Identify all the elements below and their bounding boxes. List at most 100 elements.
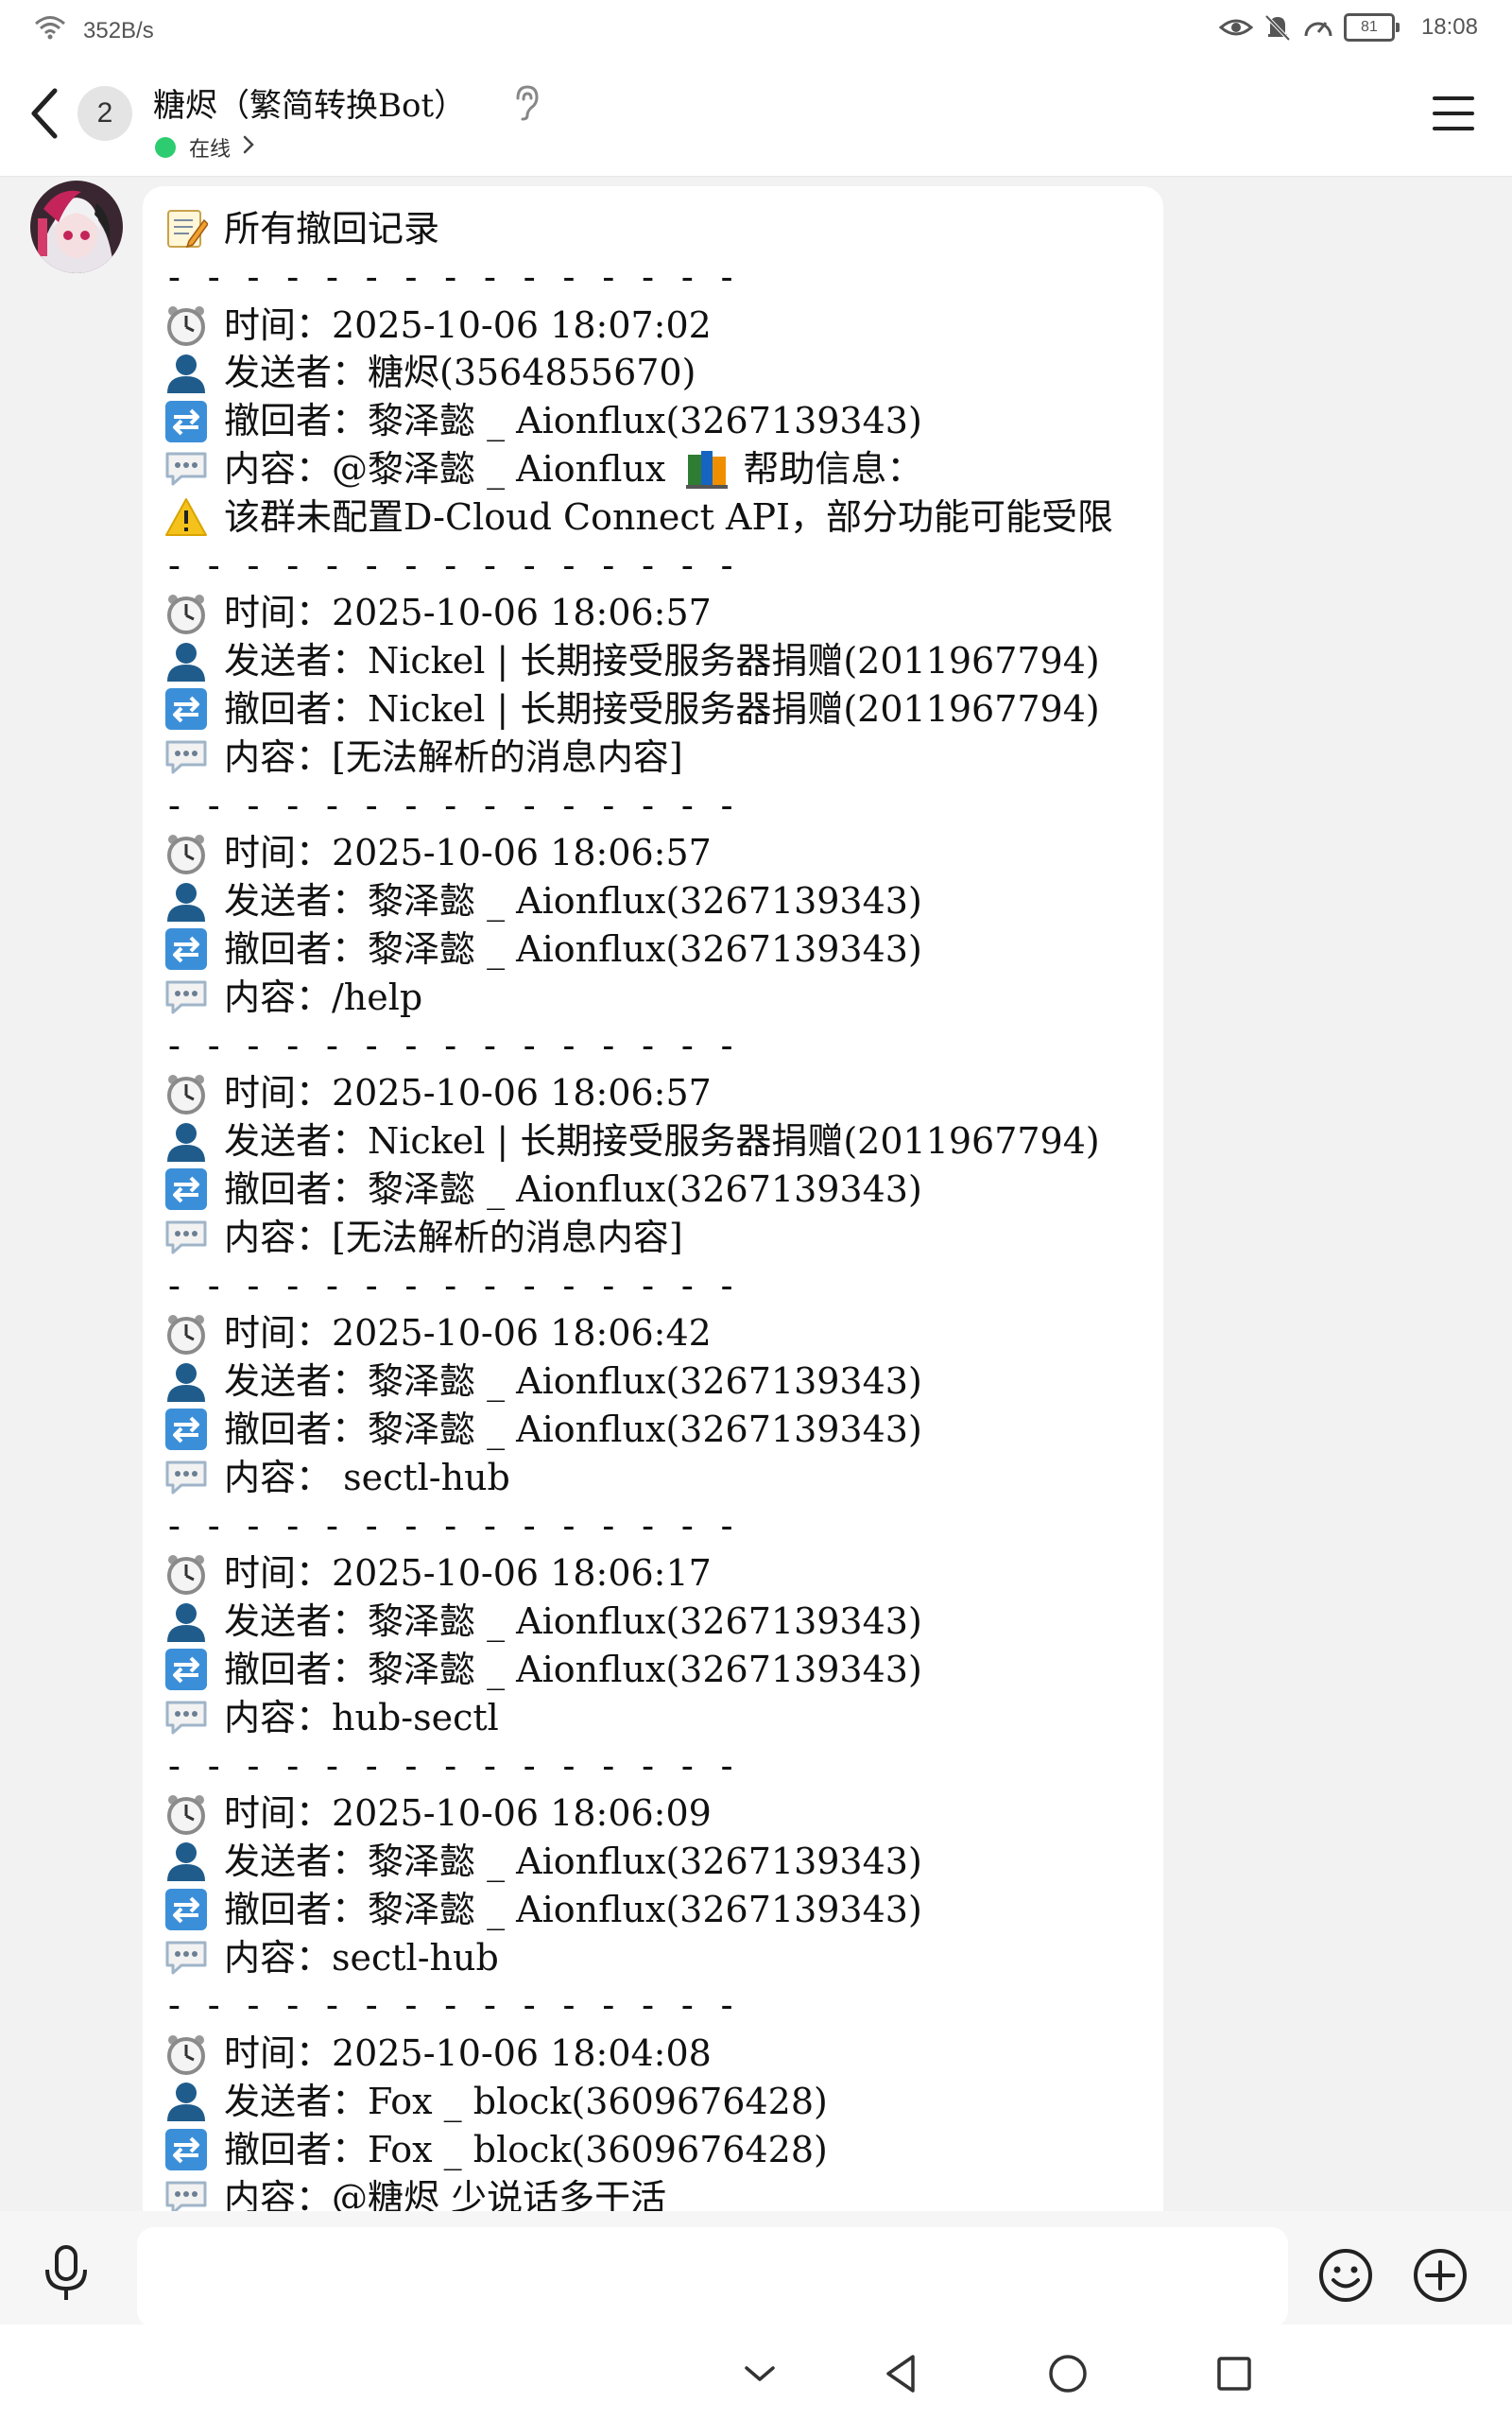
record-recaller-text: 撤回者：黎泽懿 _ Aionflux(3267139343): [224, 1408, 922, 1450]
separator-line: - - - - - - - - - - - - - - -: [163, 1264, 737, 1306]
person-icon: [163, 1359, 209, 1405]
record-time-text: 时间：2025-10-06 18:07:02: [224, 303, 712, 346]
record-sender: 发送者：黎泽懿 _ Aionflux(3267139343): [163, 1598, 1141, 1646]
online-status[interactable]: 在线: [155, 132, 255, 163]
record-content: 内容：@黎泽懿 _ Aionflux 帮助信息：: [163, 445, 1141, 493]
chevron-right-icon: [242, 134, 255, 161]
record-time-text: 时间：2025-10-06 18:06:57: [224, 1072, 712, 1115]
input-bar: [0, 2211, 1512, 2327]
separator-line: - - - - - - - - - - - - - - -: [163, 1744, 737, 1787]
separator-line: - - - - - - - - - - - - - - -: [163, 1984, 737, 2027]
record-recaller: 撤回者：黎泽懿 _ Aionflux(3267139343): [163, 925, 1141, 974]
record-time: 时间：2025-10-06 18:06:42: [163, 1309, 1141, 1357]
record-sender: 发送者：Fox _ block(3609676428): [163, 2078, 1141, 2126]
network-speed: 352B/s: [83, 17, 154, 43]
record-time: 时间：2025-10-06 18:06:09: [163, 1789, 1141, 1838]
eye-icon: [1218, 14, 1253, 41]
hide-keyboard-button[interactable]: [737, 2351, 782, 2396]
menu-button[interactable]: [1431, 95, 1476, 132]
speed-gauge-icon: [1302, 13, 1334, 42]
clock-time: 18:08: [1420, 14, 1478, 40]
record-content: 内容： sectl-hub: [163, 1454, 1141, 1502]
record-recaller-text: 撤回者：Fox _ block(3609676428): [224, 2128, 828, 2170]
alarm-clock-icon: [163, 302, 209, 348]
record-recaller: 撤回者：黎泽懿 _ Aionflux(3267139343): [163, 1886, 1141, 1934]
record-sender-text: 发送者：黎泽懿 _ Aionflux(3267139343): [224, 1841, 922, 1883]
battery-icon: 81: [1343, 13, 1400, 42]
record-time-text: 时间：2025-10-06 18:06:42: [224, 1312, 712, 1355]
message-input[interactable]: [137, 2227, 1288, 2327]
person-icon: [163, 2079, 209, 2124]
record-content-text: 内容：@黎泽懿 _ Aionflux: [224, 447, 666, 490]
separator-line: - - - - - - - - - - - - - - -: [163, 1024, 737, 1066]
speech-bubble-icon: [163, 2175, 209, 2211]
record-recaller-text: 撤回者：黎泽懿 _ Aionflux(3267139343): [224, 1167, 922, 1210]
record-recaller: 撤回者：黎泽懿 _ Aionflux(3267139343): [163, 397, 1141, 445]
record-time-text: 时间：2025-10-06 18:06:09: [224, 1792, 712, 1835]
separator-line: - - - - - - - - - - - - - - -: [163, 544, 737, 586]
record-warning-text: 该群未配置D-Cloud Connect API，部分功能可能受限: [224, 495, 1114, 538]
person-icon: [163, 879, 209, 925]
record-time: 时间：2025-10-06 18:04:08: [163, 2030, 1141, 2078]
person-icon: [163, 1839, 209, 1884]
online-status-label: 在线: [189, 138, 232, 162]
record-content: 内容：/help: [163, 974, 1141, 1022]
back-button[interactable]: [26, 85, 74, 146]
record-sender-text: 发送者：黎泽懿 _ Aionflux(3267139343): [224, 880, 922, 923]
status-bar: 352B/s 81 18:08: [0, 0, 1512, 59]
voice-button[interactable]: [42, 2243, 91, 2304]
chat-header: 2 糖烬（繁简转换Bot） 在线: [0, 59, 1512, 177]
record-recaller-text: 撤回者：黎泽懿 _ Aionflux(3267139343): [224, 1888, 922, 1930]
record-content: 内容：[无法解析的消息内容]: [163, 1214, 1141, 1262]
memo-icon: [163, 206, 209, 251]
wifi-icon: [34, 15, 66, 46]
record-recaller-text: 撤回者：黎泽懿 _ Aionflux(3267139343): [224, 1648, 922, 1690]
hamburger-icon: [1433, 96, 1474, 130]
speech-bubble-icon: [163, 1695, 209, 1740]
nav-home-button[interactable]: [1045, 2351, 1091, 2396]
record-recaller: 撤回者：黎泽懿 _ Aionflux(3267139343): [163, 1166, 1141, 1214]
record-content: 内容：sectl-hub: [163, 1934, 1141, 1982]
record-recaller: 撤回者：黎泽懿 _ Aionflux(3267139343): [163, 1646, 1141, 1694]
speech-bubble-icon: [163, 1455, 209, 1500]
chat-area[interactable]: 所有撤回记录 - - - - - - - - - - - - - - - 时间：2…: [0, 177, 1512, 2211]
separator-line: - - - - - - - - - - - - - - -: [163, 1504, 737, 1547]
record-sender-text: 发送者：黎泽懿 _ Aionflux(3267139343): [224, 1360, 922, 1403]
nav-recents-button[interactable]: [1211, 2351, 1257, 2396]
plus-circle-icon: [1414, 2249, 1467, 2302]
record-recaller-text: 撤回者：Nickel | 长期接受服务器捐赠(2011967794): [224, 687, 1100, 730]
record-content-text: 内容：/help: [224, 976, 423, 1018]
emoji-button[interactable]: [1317, 2247, 1374, 2304]
nav-back-button[interactable]: [879, 2351, 924, 2396]
alarm-clock-icon: [163, 1311, 209, 1357]
record-sender: 发送者：Nickel | 长期接受服务器捐赠(2011967794): [163, 1117, 1141, 1166]
repeat-arrows-icon: [163, 1887, 209, 1932]
warning-icon: [163, 494, 209, 540]
alarm-clock-icon: [163, 2031, 209, 2077]
record-content-text: 内容：hub-sectl: [224, 1696, 499, 1738]
repeat-arrows-icon: [163, 1167, 209, 1212]
record-content-text: 内容：[无法解析的消息内容]: [224, 1216, 683, 1258]
record-content-text: 内容：sectl-hub: [224, 1936, 499, 1979]
recall-records: - - - - - - - - - - - - - - - 时间：2025-10-…: [163, 253, 1141, 2211]
record-recaller: 撤回者：黎泽懿 _ Aionflux(3267139343): [163, 1406, 1141, 1454]
record-time-text: 时间：2025-10-06 18:04:08: [224, 2032, 712, 2075]
repeat-arrows-icon: [163, 2127, 209, 2172]
record-time: 时间：2025-10-06 18:07:02: [163, 302, 1141, 350]
smiley-icon: [1319, 2249, 1372, 2302]
unread-count-badge[interactable]: 2: [77, 86, 132, 141]
record-recaller-text: 撤回者：黎泽懿 _ Aionflux(3267139343): [224, 927, 922, 970]
more-button[interactable]: [1412, 2247, 1469, 2304]
repeat-arrows-icon: [163, 399, 209, 444]
record-sender: 发送者：黎泽懿 _ Aionflux(3267139343): [163, 877, 1141, 925]
ear-icon[interactable]: [508, 83, 542, 125]
chat-title[interactable]: 糖烬（繁简转换Bot）: [153, 79, 466, 126]
speech-bubble-icon: [163, 1215, 209, 1260]
record-sender-text: 发送者：糖烬(3564855670): [224, 352, 696, 394]
avatar[interactable]: [30, 181, 123, 273]
record-time: 时间：2025-10-06 18:06:17: [163, 1549, 1141, 1598]
repeat-arrows-icon: [163, 1647, 209, 1692]
message-bubble[interactable]: 所有撤回记录 - - - - - - - - - - - - - - - 时间：2…: [143, 186, 1163, 2211]
record-sender: 发送者：Nickel | 长期接受服务器捐赠(2011967794): [163, 637, 1141, 685]
system-nav-bar: [0, 2325, 1512, 2420]
